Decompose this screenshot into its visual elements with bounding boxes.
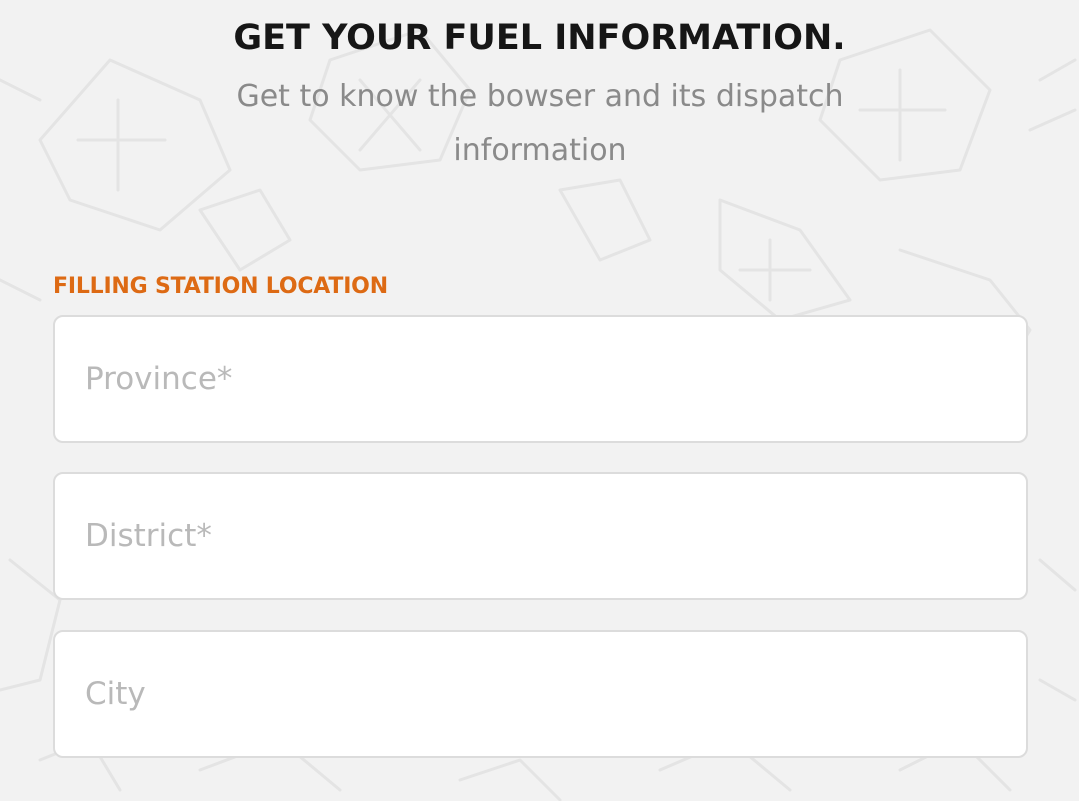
province-field[interactable] [53, 315, 1028, 443]
filling-station-location-label: FILLING STATION LOCATION [53, 274, 388, 299]
page-subtitle: Get to know the bowser and its dispatch … [236, 79, 844, 168]
city-input[interactable] [55, 632, 1026, 756]
district-field[interactable] [53, 472, 1028, 600]
province-input[interactable] [55, 317, 1026, 441]
city-field[interactable] [53, 630, 1028, 758]
page-title: GET YOUR FUEL INFORMATION. [233, 18, 846, 58]
district-input[interactable] [55, 474, 1026, 598]
